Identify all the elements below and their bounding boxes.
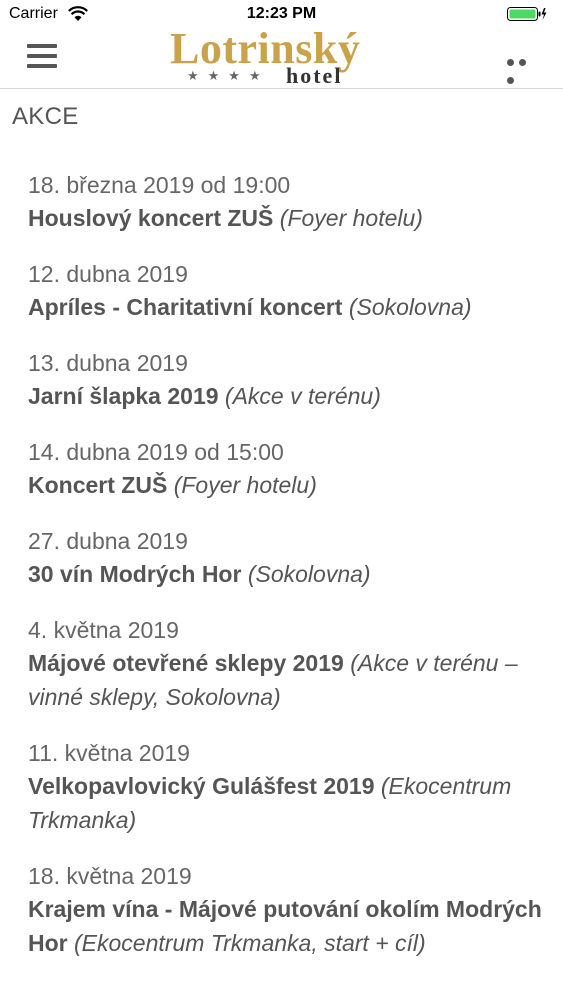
hotel-logo: Lotrinský ★★★★ hotel (165, 24, 390, 88)
event-name: Koncert ZUŠ (28, 472, 168, 498)
event-item[interactable]: 18. března 2019 od 19:00 Houslový koncer… (28, 170, 548, 235)
event-item[interactable]: 11. května 2019 Velkopavlovický Gulášfes… (28, 738, 548, 837)
event-name: Houslový koncert ZUŠ (28, 205, 274, 231)
event-item[interactable]: 27. dubna 2019 30 vín Modrých Hor (Sokol… (28, 526, 548, 591)
more-icon[interactable] (507, 53, 541, 84)
event-item[interactable]: 14. dubna 2019 od 15:00 Koncert ZUŠ (Foy… (28, 437, 548, 502)
event-name: Májové otevřené sklepy 2019 (28, 650, 344, 676)
event-date: 4. května 2019 (28, 617, 179, 643)
nav-bar: Lotrinský ★★★★ hotel (0, 24, 563, 89)
event-name: Jarní šlapka 2019 (28, 383, 219, 409)
events-list: 18. března 2019 od 19:00 Houslový koncer… (28, 170, 548, 984)
logo-stars: ★★★★ (187, 68, 270, 83)
event-place: (Sokolovna) (348, 294, 472, 320)
event-date: 13. dubna 2019 (28, 350, 188, 376)
event-place: (Foyer hotelu) (173, 472, 317, 498)
event-item[interactable]: 4. května 2019 Májové otevřené sklepy 20… (28, 615, 548, 714)
event-place: (Sokolovna) (247, 561, 371, 587)
event-name: 30 vín Modrých Hor (28, 561, 242, 587)
battery-icon (507, 7, 547, 21)
event-place: (Ekocentrum Trkmanka, start + cíl) (74, 930, 426, 956)
hamburger-menu-icon[interactable] (27, 44, 57, 68)
event-item[interactable]: 13. dubna 2019 Jarní šlapka 2019 (Akce v… (28, 348, 548, 413)
event-place: (Foyer hotelu) (279, 205, 423, 231)
page-title: AKCE (12, 103, 79, 130)
event-date: 18. května 2019 (28, 863, 192, 889)
event-name: Velkopavlovický Gulášfest 2019 (28, 773, 375, 799)
event-place: (Akce v terénu) (224, 383, 381, 409)
event-item[interactable]: 12. dubna 2019 Apríles - Charitativní ko… (28, 259, 548, 324)
event-date: 18. března 2019 od 19:00 (28, 172, 291, 198)
logo-sub: hotel (286, 63, 343, 88)
clock: 12:23 PM (246, 5, 317, 22)
event-name: Apríles - Charitativní koncert (28, 294, 343, 320)
event-date: 27. dubna 2019 (28, 528, 188, 554)
event-date: 14. dubna 2019 od 15:00 (28, 439, 284, 465)
event-item[interactable]: 18. května 2019 Krajem vína - Májové put… (28, 861, 548, 960)
event-date: 11. května 2019 (28, 740, 190, 766)
event-date: 12. dubna 2019 (28, 261, 188, 287)
